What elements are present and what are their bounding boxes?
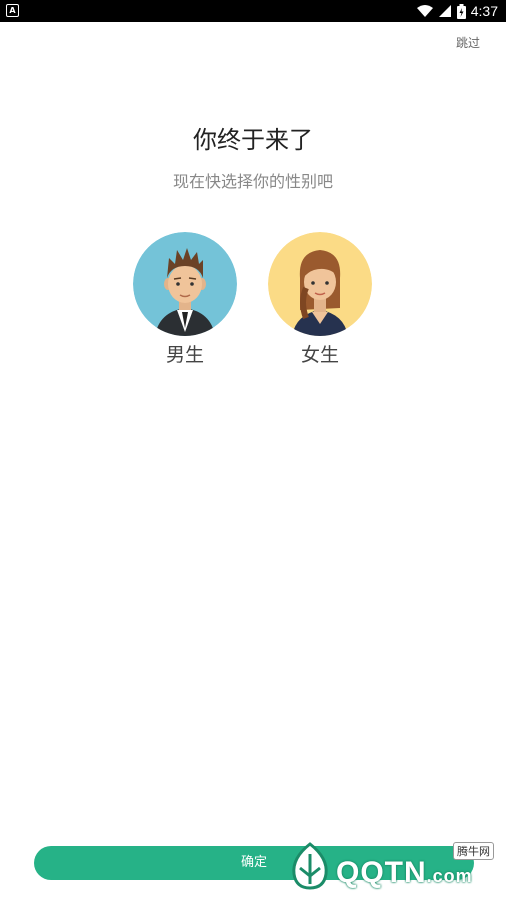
- page-title: 你终于来了: [193, 126, 313, 154]
- status-time: 4:37: [470, 3, 498, 19]
- female-avatar-icon: [268, 232, 372, 336]
- notification-app-icon: A: [6, 4, 19, 17]
- wifi-icon: [416, 5, 433, 17]
- watermark-leaf-icon: [292, 842, 328, 890]
- signal-icon: [438, 5, 451, 17]
- watermark-logo: QQTN.com 腾牛网: [286, 838, 498, 894]
- status-indicators: 4:37: [416, 0, 498, 22]
- gender-option-female[interactable]: 女生: [268, 232, 372, 367]
- page-subtitle: 现在快选择你的性别吧: [172, 172, 333, 191]
- watermark-text: QQTN.com: [336, 856, 473, 889]
- skip-button[interactable]: 跳过: [456, 34, 480, 51]
- gender-option-male[interactable]: 男生: [133, 232, 237, 367]
- gender-label-female: 女生: [300, 344, 339, 366]
- status-bar: A 4:37: [0, 0, 506, 22]
- watermark-badge: 腾牛网: [453, 842, 494, 860]
- battery-icon: [456, 3, 466, 19]
- gender-label-male: 男生: [165, 344, 204, 366]
- male-avatar-icon: [133, 232, 237, 336]
